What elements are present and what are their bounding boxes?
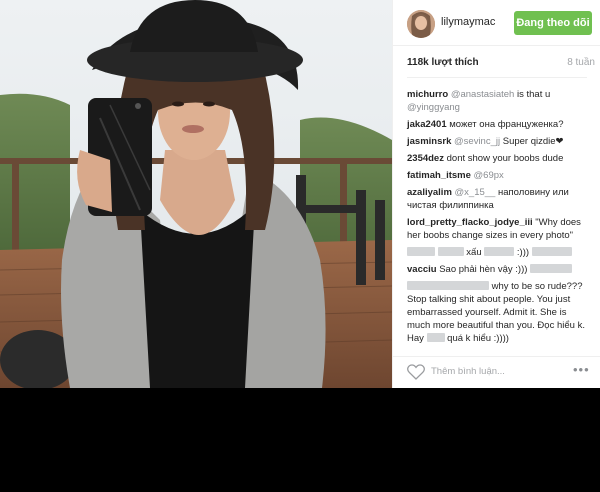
post-time[interactable]: 8 tuần: [567, 57, 595, 68]
comment-user[interactable]: lord_pretty_flacko_jodye_iii: [407, 217, 533, 228]
comment-user[interactable]: jasminsrk: [407, 136, 451, 147]
comment-text: dont show your boobs dude: [443, 153, 564, 164]
redacted-text: [530, 264, 573, 273]
username-link[interactable]: lilymaymac: [441, 16, 495, 28]
likes-count[interactable]: 118k lượt thích: [407, 57, 479, 68]
background-area: [0, 388, 600, 492]
comment: 2354dez dont show your boobs dude: [407, 152, 589, 165]
comment-mention[interactable]: @yinggyang: [407, 102, 460, 113]
comment: jasminsrk @sevinc_jj Super qizdie❤: [407, 135, 589, 148]
comment: xấu :))): [407, 246, 589, 259]
comment-text: quá k hiểu :)))): [444, 333, 509, 344]
comment: vacciu Sao phải hèn vậy :))): [407, 263, 589, 276]
post-header: lilymaymac Đang theo dõi: [393, 0, 600, 46]
post-side-panel: lilymaymac Đang theo dõi 118k lượt thích…: [392, 0, 600, 388]
comment-user[interactable]: 2354dez: [407, 153, 444, 164]
comment-text: может она француженка?: [446, 119, 564, 130]
heart-icon[interactable]: [407, 364, 425, 380]
comment-mention[interactable]: @69px: [474, 170, 504, 181]
comment-input[interactable]: Thêm bình luận...: [431, 366, 505, 377]
comment-user[interactable]: fatimah_itsme: [407, 170, 471, 181]
avatar[interactable]: [407, 10, 435, 38]
likes-row: 118k lượt thích 8 tuần: [407, 57, 595, 68]
comment-text: Sao phải hèn vậy :))): [436, 264, 528, 275]
comment-mention[interactable]: @x_15__: [455, 187, 496, 198]
instagram-post: lilymaymac Đang theo dõi 118k lượt thích…: [0, 0, 600, 388]
redacted-text: [531, 247, 572, 256]
redacted-text: [484, 247, 515, 256]
divider: [407, 77, 587, 78]
comment-user[interactable]: michurro: [407, 89, 448, 100]
comment-user[interactable]: vacciu: [407, 264, 437, 275]
comment-mention[interactable]: @sevinc_jj: [454, 136, 500, 147]
comment: fatimah_itsme @69px: [407, 169, 589, 182]
post-photo[interactable]: [0, 0, 392, 388]
redacted-username: [407, 281, 489, 290]
comment: why to be so rude??? Stop talking shit a…: [407, 280, 589, 345]
redacted-text: [426, 333, 445, 342]
comment-text: xấu: [466, 247, 482, 258]
comment-user[interactable]: jaka2401: [407, 119, 447, 130]
comment: jaka2401 может она француженка?: [407, 118, 589, 131]
comment-mention[interactable]: @anastasiateh: [451, 89, 515, 100]
following-button[interactable]: Đang theo dõi: [514, 11, 592, 35]
comment-user[interactable]: azaliyalim: [407, 187, 452, 198]
comment: michurro @anastasiateh is that u @yinggy…: [407, 88, 589, 114]
add-comment-bar: Thêm bình luận... •••: [393, 356, 600, 388]
more-options-icon[interactable]: •••: [573, 362, 590, 377]
comment-text: :))): [514, 247, 530, 258]
comment-text: is that u: [514, 89, 551, 100]
redacted-username: [407, 247, 435, 256]
photo-icon: [0, 0, 392, 388]
comment-text: why to be so rude???: [489, 281, 583, 292]
comment: azaliyalim @x_15__ наполовину или чистая…: [407, 186, 589, 212]
comment: lord_pretty_flacko_jodye_iii "Why does h…: [407, 216, 589, 242]
redacted-text: [437, 247, 464, 256]
comments-list: michurro @anastasiateh is that u @yinggy…: [407, 88, 589, 349]
comment-text: Super qizdie❤: [500, 136, 564, 147]
